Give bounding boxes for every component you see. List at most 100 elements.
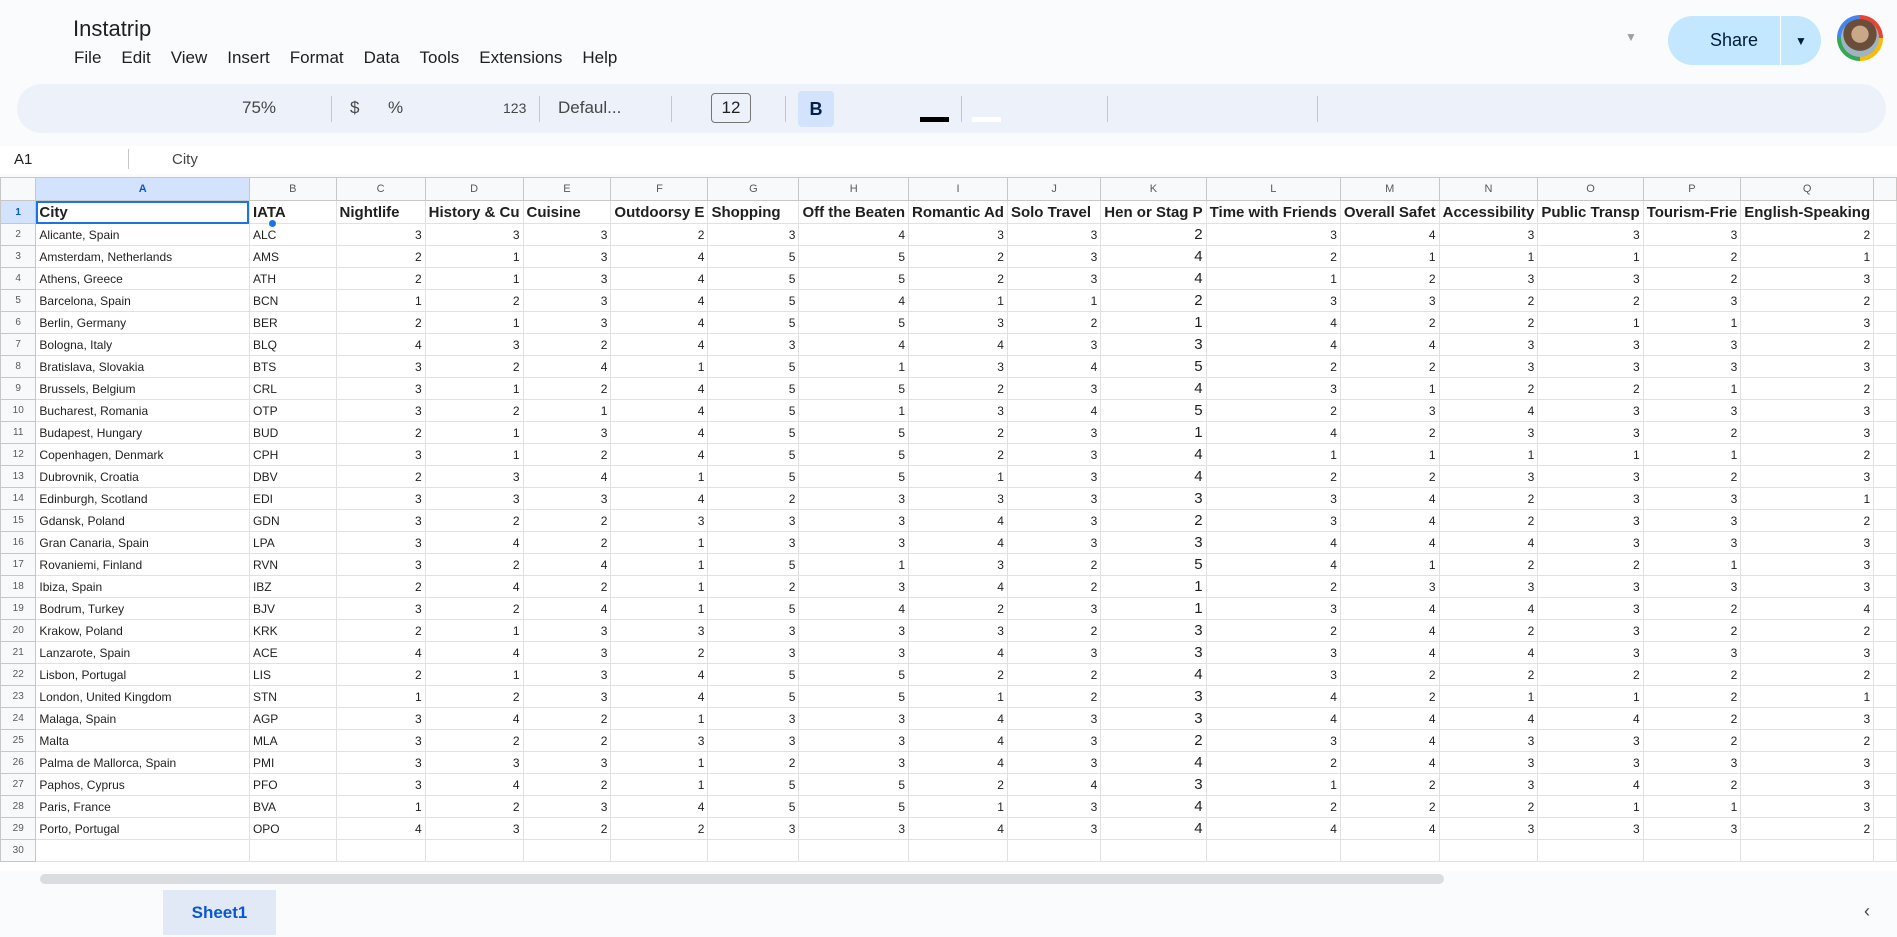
cell[interactable]: 3 <box>1537 421 1644 444</box>
cell[interactable]: 2 <box>1205 399 1341 422</box>
cell[interactable]: 1 <box>1537 685 1644 708</box>
header-cell[interactable]: Overall Safet <box>1339 200 1440 224</box>
column-header-p[interactable]: P <box>1642 177 1742 201</box>
cell[interactable]: 1 <box>424 245 524 268</box>
cell[interactable]: 2 <box>1205 619 1341 642</box>
cell[interactable]: 2 <box>1740 289 1875 312</box>
cell[interactable]: 4 <box>1438 531 1539 554</box>
cell[interactable]: 4 <box>424 773 524 796</box>
cell[interactable]: 3 <box>1006 223 1102 246</box>
cell[interactable] <box>424 839 524 862</box>
header-cell[interactable]: Time with Friends <box>1205 200 1341 224</box>
cell[interactable]: 2 <box>1642 597 1742 620</box>
cell[interactable]: 3 <box>707 531 800 554</box>
cell[interactable]: 3 <box>1537 399 1644 422</box>
column-header-b[interactable]: B <box>248 177 337 201</box>
cell[interactable]: 2 <box>1339 663 1440 686</box>
cell[interactable]: 1 <box>335 795 426 818</box>
cell[interactable]: 2 <box>1642 773 1742 796</box>
cell[interactable]: 2 <box>1740 443 1875 466</box>
cell[interactable]: Paphos, Cyprus <box>35 773 250 796</box>
cell[interactable] <box>1537 839 1644 862</box>
cell[interactable]: 2 <box>1438 553 1539 576</box>
cell[interactable]: 2 <box>1339 773 1440 796</box>
cell[interactable]: 2 <box>1740 333 1875 356</box>
cell[interactable]: 3 <box>1006 421 1102 444</box>
cell[interactable]: 4 <box>908 333 1008 356</box>
cell[interactable]: 2 <box>908 377 1008 400</box>
bold-button[interactable]: B <box>798 91 834 127</box>
cell[interactable]: 3 <box>1642 751 1742 774</box>
cell[interactable]: 3 <box>1205 729 1341 752</box>
cell[interactable]: 3 <box>1100 773 1207 796</box>
header-cell[interactable]: Nightlife <box>335 200 426 224</box>
cell[interactable] <box>35 839 250 862</box>
cell[interactable]: 2 <box>1642 245 1742 268</box>
name-box[interactable]: A1 <box>14 151 32 168</box>
cell[interactable]: 5 <box>798 377 909 400</box>
cell[interactable]: 2 <box>908 597 1008 620</box>
cell[interactable]: 4 <box>1339 333 1440 356</box>
row-header[interactable]: 26 <box>0 751 37 774</box>
cell[interactable]: 5 <box>707 443 800 466</box>
cell[interactable] <box>1642 839 1742 862</box>
cell[interactable]: 4 <box>908 509 1008 532</box>
cell[interactable]: Dubrovnik, Croatia <box>35 465 250 488</box>
cell[interactable]: 3 <box>1438 421 1539 444</box>
cell[interactable]: 3 <box>1740 355 1875 378</box>
cell[interactable]: DBV <box>248 465 337 488</box>
cell[interactable]: 1 <box>424 443 524 466</box>
cell[interactable]: 4 <box>1205 311 1341 334</box>
cell[interactable] <box>908 839 1008 862</box>
menu-tools[interactable]: Tools <box>420 48 460 68</box>
cell[interactable]: 4 <box>1339 619 1440 642</box>
cell[interactable]: 2 <box>908 663 1008 686</box>
cell[interactable]: 3 <box>335 399 426 422</box>
cell[interactable]: 4 <box>610 245 709 268</box>
row-header[interactable]: 5 <box>0 289 37 312</box>
cell[interactable] <box>1205 839 1341 862</box>
cell[interactable]: 3 <box>522 267 612 290</box>
cell[interactable]: 3 <box>1205 223 1341 246</box>
selection-fill-handle[interactable] <box>268 219 277 228</box>
cell[interactable]: 1 <box>1205 773 1341 796</box>
cell[interactable]: London, United Kingdom <box>35 685 250 708</box>
cell[interactable]: 4 <box>610 399 709 422</box>
cell[interactable]: LIS <box>248 663 337 686</box>
cell[interactable]: 4 <box>908 751 1008 774</box>
cell[interactable]: Lanzarote, Spain <box>35 641 250 664</box>
cell[interactable]: 4 <box>1537 773 1644 796</box>
row-header[interactable]: 27 <box>0 773 37 796</box>
cell[interactable]: Edinburgh, Scotland <box>35 487 250 510</box>
cell[interactable]: 4 <box>1339 223 1440 246</box>
cell[interactable]: 4 <box>610 487 709 510</box>
cell[interactable]: 5 <box>707 289 800 312</box>
cell[interactable] <box>335 839 426 862</box>
cell[interactable]: 4 <box>798 223 909 246</box>
cell[interactable]: 4 <box>1205 707 1341 730</box>
cell[interactable]: 2 <box>1438 663 1539 686</box>
cell[interactable]: 2 <box>522 817 612 840</box>
cell[interactable]: 3 <box>1205 377 1341 400</box>
cell[interactable]: 3 <box>522 289 612 312</box>
cell[interactable]: 1 <box>1339 377 1440 400</box>
cell[interactable]: Krakow, Poland <box>35 619 250 642</box>
column-header-m[interactable]: M <box>1339 177 1440 201</box>
cell[interactable]: 1 <box>610 773 709 796</box>
cell[interactable]: BJV <box>248 597 337 620</box>
cell[interactable]: Lisbon, Portugal <box>35 663 250 686</box>
cell[interactable]: 1 <box>1740 487 1875 510</box>
cell[interactable]: 4 <box>335 641 426 664</box>
share-label[interactable]: Share <box>1668 30 1780 51</box>
cell[interactable]: CRL <box>248 377 337 400</box>
cell[interactable]: 3 <box>1006 509 1102 532</box>
cell[interactable]: 3 <box>522 487 612 510</box>
cell[interactable]: 4 <box>1339 751 1440 774</box>
cell[interactable]: BER <box>248 311 337 334</box>
cell[interactable]: 3 <box>1642 333 1742 356</box>
column-header-c[interactable]: C <box>335 177 426 201</box>
cell[interactable]: 2 <box>522 575 612 598</box>
cell[interactable]: 3 <box>1642 575 1742 598</box>
cell[interactable]: Palma de Mallorca, Spain <box>35 751 250 774</box>
cell[interactable]: 4 <box>1339 641 1440 664</box>
